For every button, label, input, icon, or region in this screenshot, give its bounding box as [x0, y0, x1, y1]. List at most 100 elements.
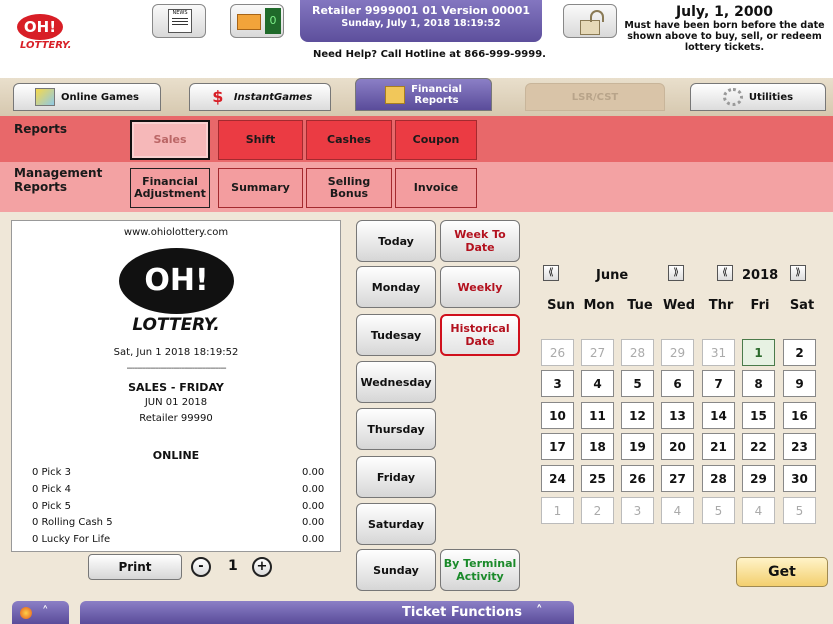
receipt-row-value: 0.00	[302, 517, 325, 528]
receipt-logo: OH!	[119, 248, 234, 314]
today-button[interactable]: Today	[356, 220, 436, 262]
tab-online-games[interactable]: Online Games	[13, 83, 161, 111]
increment-copies-button[interactable]: +	[252, 557, 272, 577]
week-to-date-button[interactable]: Week To Date	[440, 220, 520, 262]
calendar-day[interactable]: 27	[661, 465, 694, 492]
coupon-button[interactable]: Coupon	[395, 120, 477, 160]
saturday-button[interactable]: Saturday	[356, 503, 436, 545]
receipt-row-name: 0 Pick 5	[32, 501, 71, 512]
calendar-day[interactable]: 28	[621, 339, 654, 366]
status-toggle[interactable]: ˄	[12, 601, 69, 624]
receipt-row-value: 0.00	[302, 534, 325, 545]
calendar-day[interactable]: 13	[661, 402, 694, 429]
tab-utilities[interactable]: Utilities	[690, 83, 826, 111]
calendar-day[interactable]: 9	[783, 370, 816, 397]
tab-instant-games[interactable]: $ InstantGames	[189, 83, 331, 111]
weekday-label: Sun	[547, 298, 575, 313]
logo-text: LOTTERY.	[20, 40, 72, 51]
calendar-day[interactable]: 23	[783, 433, 816, 460]
calendar-day[interactable]: 4	[742, 497, 775, 524]
decrement-copies-button[interactable]: -	[191, 557, 211, 577]
calendar-day[interactable]: 10	[541, 402, 574, 429]
report-preview[interactable]: www.ohiolottery.com OH! LOTTERY. Sat, Ju…	[11, 220, 341, 552]
tab-lsr-cst[interactable]: LSR/CST	[525, 83, 665, 111]
calendar-day[interactable]: 21	[702, 433, 735, 460]
get-button[interactable]: Get	[736, 557, 828, 587]
invoice-button[interactable]: Invoice	[395, 168, 477, 208]
receipt-row-value: 0.00	[302, 467, 325, 478]
message-count: 0	[265, 8, 281, 34]
calendar-day[interactable]: 5	[783, 497, 816, 524]
prev-month-button[interactable]: ⟪	[543, 265, 559, 281]
padlock-shackle	[590, 10, 604, 22]
next-month-button[interactable]: ⟫	[668, 265, 684, 281]
historical-date-button[interactable]: Historical Date	[440, 314, 520, 356]
calendar-day[interactable]: 17	[541, 433, 574, 460]
financial-adjustment-button[interactable]: Financial Adjustment	[130, 168, 210, 208]
calendar-day[interactable]: 16	[783, 402, 816, 429]
calendar-day[interactable]: 19	[621, 433, 654, 460]
calendar-day[interactable]: 4	[581, 370, 614, 397]
lock-button[interactable]	[563, 4, 617, 38]
online-games-icon	[35, 88, 56, 106]
calendar-day[interactable]: 20	[661, 433, 694, 460]
calendar-day[interactable]: 2	[783, 339, 816, 366]
tab-label: Online Games	[61, 91, 139, 103]
calendar-day[interactable]: 2	[581, 497, 614, 524]
friday-button[interactable]: Friday	[356, 456, 436, 498]
status-light-icon	[20, 607, 32, 619]
calendar-day[interactable]: 15	[742, 402, 775, 429]
summary-button[interactable]: Summary	[218, 168, 303, 208]
selling-bonus-button[interactable]: Selling Bonus	[306, 168, 392, 208]
shift-button[interactable]: Shift	[218, 120, 303, 160]
monday-button[interactable]: Monday	[356, 266, 436, 308]
calendar-day[interactable]: 28	[702, 465, 735, 492]
calendar-day[interactable]: 27	[581, 339, 614, 366]
calendar-day[interactable]: 14	[702, 402, 735, 429]
calendar-day[interactable]: 18	[581, 433, 614, 460]
calendar-day[interactable]: 22	[742, 433, 775, 460]
sales-button[interactable]: Sales	[130, 120, 210, 160]
calendar-day[interactable]: 25	[581, 465, 614, 492]
prev-year-button[interactable]: ⟪	[717, 265, 733, 281]
weekly-button[interactable]: Weekly	[440, 266, 520, 308]
tab-financial-reports[interactable]: Financial Reports	[355, 78, 492, 111]
weekday-label: Thr	[708, 298, 734, 313]
calendar-day[interactable]: 1	[742, 339, 775, 366]
tab-label: Financial Reports	[411, 83, 462, 106]
calendar-day[interactable]: 11	[581, 402, 614, 429]
receipt-url: www.ohiolottery.com	[123, 227, 229, 238]
calendar-day[interactable]: 7	[702, 370, 735, 397]
calendar-day[interactable]: 26	[621, 465, 654, 492]
ticket-functions-bar[interactable]: Ticket Functions ˄	[80, 601, 574, 624]
calendar-day[interactable]: 31	[702, 339, 735, 366]
calendar-day[interactable]: 29	[742, 465, 775, 492]
news-button[interactable]: NEWS	[152, 4, 206, 38]
calendar-day[interactable]: 30	[783, 465, 816, 492]
receipt-row-value: 0.00	[302, 484, 325, 495]
thursday-button[interactable]: Thursday	[356, 408, 436, 450]
calendar-day[interactable]: 8	[742, 370, 775, 397]
calendar-day[interactable]: 26	[541, 339, 574, 366]
calendar-day[interactable]: 6	[661, 370, 694, 397]
by-terminal-activity-button[interactable]: By Terminal Activity	[440, 549, 520, 591]
calendar-day[interactable]: 3	[621, 497, 654, 524]
calendar-day[interactable]: 12	[621, 402, 654, 429]
calendar-day[interactable]: 5	[702, 497, 735, 524]
management-band: Management Reports Financial Adjustment Su…	[0, 162, 833, 212]
print-button[interactable]: Print	[88, 554, 182, 580]
calendar-day[interactable]: 24	[541, 465, 574, 492]
sunday-button[interactable]: Sunday	[356, 549, 436, 591]
tuesday-button[interactable]: Tudesay	[356, 314, 436, 356]
receipt-row-name: 0 Rolling Cash 5	[32, 517, 113, 528]
messages-button[interactable]: 0	[230, 4, 284, 38]
cashes-button[interactable]: Cashes	[306, 120, 392, 160]
calendar-day[interactable]: 4	[661, 497, 694, 524]
button-label: Selling Bonus	[327, 175, 371, 200]
next-year-button[interactable]: ⟫	[790, 265, 806, 281]
calendar-day[interactable]: 3	[541, 370, 574, 397]
calendar-day[interactable]: 1	[541, 497, 574, 524]
calendar-day[interactable]: 29	[661, 339, 694, 366]
calendar-day[interactable]: 5	[621, 370, 654, 397]
wednesday-button[interactable]: Wednesday	[356, 361, 436, 403]
